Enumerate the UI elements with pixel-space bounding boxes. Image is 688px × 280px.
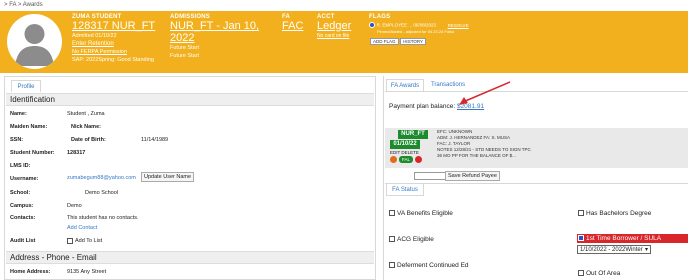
fal-badge: FAL <box>399 156 413 163</box>
deferment-label: Deferment Continued Ed <box>397 262 469 269</box>
student-number-value: 128317 <box>67 150 86 156</box>
contacts-label: Contacts: <box>10 215 36 221</box>
save-refund-payee-button[interactable]: Save Refund Payee <box>445 171 500 181</box>
alert-icon <box>390 156 397 163</box>
school-value: Demo School <box>85 190 119 196</box>
breadcrumb: > FA > Awards <box>4 1 43 10</box>
add-contact-link[interactable]: Add Contact <box>67 225 97 231</box>
fa-panel: FA Awards Transactions Payment plan bala… <box>383 76 688 280</box>
tab-fa-awards[interactable]: FA Awards <box>386 79 424 91</box>
out-of-area-label: Out Of Area <box>586 270 621 277</box>
sap-status: SAP: 2022Spring: Good Standing <box>72 57 154 63</box>
avatar <box>7 14 62 69</box>
student-number-label: Student Number: <box>10 150 55 156</box>
date-badge: 01/10/22 <box>390 140 420 149</box>
first-time-borrower-checkbox[interactable] <box>578 235 584 241</box>
first-time-borrower-label: 1st Time Borrower / SULA <box>586 235 662 242</box>
fa-column: FA FAC <box>282 14 308 32</box>
card-on-file-link[interactable]: No card on file <box>317 32 365 40</box>
ledger-link[interactable]: Ledger <box>317 20 365 32</box>
home-address-value: 9135 Any Street <box>67 269 107 275</box>
dob-label: Date of Birth: <box>71 137 106 143</box>
dob-value: 11/14/1989 <box>141 137 169 143</box>
audit-list-label: Audit List <box>10 238 36 244</box>
student-id-link[interactable]: 128317 NUR_FT <box>72 20 162 32</box>
flag-icon <box>415 156 422 163</box>
flag-entry: R. EMPLOYEE ... 06/08/2023 RESOLVE Pinne… <box>369 22 509 35</box>
payment-plan-label: Payment plan balance: <box>389 103 456 110</box>
term-select[interactable]: 1/10/2022 - 2022Winter ▾ <box>577 245 651 254</box>
student-header: ZUMA STUDENT 128317 NUR_FT Admitted 01/1… <box>0 11 688 73</box>
breadcrumb-fa[interactable]: FA <box>9 2 16 8</box>
student-column: ZUMA STUDENT 128317 NUR_FT Admitted 01/1… <box>72 14 162 64</box>
edit-delete-links[interactable]: EDIT DELETE <box>390 150 419 155</box>
acg-checkbox[interactable] <box>389 236 395 242</box>
update-username-button[interactable]: Update User Name <box>141 172 195 182</box>
breadcrumb-sep: > <box>17 2 22 8</box>
contacts-value: This student has no contacts. <box>67 215 139 221</box>
add-to-list-label: Add To List <box>75 238 103 244</box>
maiden-name-label: Maiden Name: <box>10 124 48 130</box>
breadcrumb-awards: Awards <box>22 2 43 8</box>
acct-column: ACCT Ledger No card on file <box>317 14 365 40</box>
ssn-label: SSN: <box>10 137 24 143</box>
divider <box>385 183 688 184</box>
flag-actions: ADD FLAG HISTORY <box>370 38 427 45</box>
start-status-1: Future Start <box>170 45 200 51</box>
breadcrumb-sep: > <box>4 2 8 8</box>
add-flag-button[interactable]: ADD FLAG <box>370 38 399 45</box>
fac-link[interactable]: FAC <box>282 20 308 32</box>
flag-text: R. EMPLOYEE ... 06/08/2023 <box>376 22 436 28</box>
profile-panel: Profile Identification Name: Student , Z… <box>4 76 376 280</box>
flag-subtext: Pinned/Added - adjusted for 04.23.24 Fal… <box>377 28 455 34</box>
add-to-list-checkbox[interactable] <box>67 238 73 244</box>
deferment-checkbox[interactable] <box>389 262 395 268</box>
bachelors-label: Has Bachelors Degree <box>586 210 652 217</box>
flags-label: FLAGS <box>369 14 391 20</box>
va-benefits-label: VA Benefits Eligible <box>397 210 453 217</box>
term-select-value: 1/10/2022 - 2022Winter <box>580 247 643 253</box>
chevron-down-icon: ▾ <box>644 247 648 253</box>
award-summary: NUR_FT 01/10/22 EDIT DELETE FAL EFC: UNK… <box>385 128 688 168</box>
admissions-column: ADMISSIONS NUR_FT - Jan 10, 2022 Future … <box>170 14 280 60</box>
home-address-label: Home Address: <box>10 269 51 275</box>
campus-value: Demo <box>67 203 82 209</box>
annotation-arrow-icon <box>459 81 511 105</box>
notes-text-2: 36 MO PP FOR THE BALANCE OF $... <box>437 153 516 158</box>
flags-column: FLAGS <box>369 14 509 20</box>
va-benefits-checkbox[interactable] <box>389 210 395 216</box>
person-icon <box>15 24 54 66</box>
program-link[interactable]: NUR_FT - Jan 10, 2022 <box>170 20 280 44</box>
program-badge: NUR_FT <box>398 130 428 139</box>
acg-label: ACG Eligible <box>397 236 434 243</box>
lms-id-label: LMS ID: <box>10 163 31 169</box>
flag-dot-icon <box>369 22 375 28</box>
first-time-borrower-row: 1st Time Borrower / SULA <box>577 234 688 243</box>
name-value: Student , Zuma <box>67 111 105 117</box>
identification-heading: Identification <box>6 93 374 106</box>
tab-profile[interactable]: Profile <box>11 80 41 92</box>
history-button[interactable]: HISTORY <box>400 38 427 45</box>
campus-label: Campus: <box>10 203 34 209</box>
resolve-link[interactable]: RESOLVE <box>448 23 469 28</box>
nick-name-label: Nick Name: <box>71 124 101 130</box>
enter-retention-link[interactable]: Enter Retention <box>72 40 162 48</box>
out-of-area-checkbox[interactable] <box>578 270 584 276</box>
tab-divider <box>385 91 688 92</box>
award-details: EFC: UNKNOWN ADM: J. HERNANDEZ FA: S. MU… <box>437 129 531 159</box>
start-status-2: Future Start <box>170 53 200 59</box>
admitted-date: Admitted 01/10/22 <box>72 33 117 39</box>
bachelors-checkbox[interactable] <box>578 210 584 216</box>
address-heading: Address - Phone - Email <box>6 251 374 264</box>
username-value[interactable]: zumabegum88@yahoo.com <box>67 175 136 181</box>
username-label: Username: <box>10 176 39 182</box>
ferpa-link[interactable]: No FERPA Permission <box>72 48 162 56</box>
tab-fa-status[interactable]: FA Status <box>386 184 424 196</box>
name-label: Name: <box>10 111 27 117</box>
school-label: School: <box>10 190 31 196</box>
